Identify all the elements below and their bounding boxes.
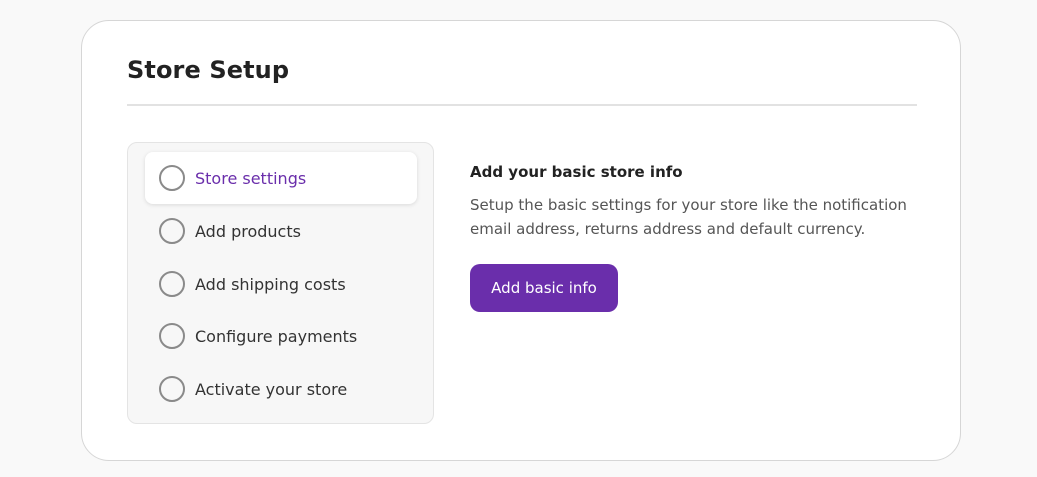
step-status-circle-icon bbox=[159, 376, 185, 402]
page-title: Store Setup bbox=[127, 56, 290, 84]
step-add-products[interactable]: Add products bbox=[145, 205, 417, 257]
step-label: Add shipping costs bbox=[195, 274, 346, 294]
step-label: Add products bbox=[195, 221, 301, 241]
step-detail-title: Add your basic store info bbox=[470, 163, 683, 181]
step-status-circle-icon bbox=[159, 323, 185, 349]
step-configure-payments[interactable]: Configure payments bbox=[145, 310, 417, 362]
step-status-circle-icon bbox=[159, 165, 185, 191]
setup-steps-list: Store settings Add products Add shipping… bbox=[127, 142, 434, 424]
title-divider bbox=[127, 104, 917, 106]
step-store-settings[interactable]: Store settings bbox=[145, 152, 417, 204]
step-status-circle-icon bbox=[159, 218, 185, 244]
step-label: Store settings bbox=[195, 168, 307, 188]
store-setup-card: Store Setup Store settings Add products … bbox=[81, 20, 961, 461]
step-activate-store[interactable]: Activate your store bbox=[145, 363, 417, 415]
add-basic-info-button[interactable]: Add basic info bbox=[470, 264, 618, 312]
step-label: Activate your store bbox=[195, 379, 348, 399]
step-add-shipping-costs[interactable]: Add shipping costs bbox=[145, 258, 417, 310]
step-detail-description: Setup the basic settings for your store … bbox=[470, 196, 907, 238]
step-label: Configure payments bbox=[195, 326, 358, 346]
step-status-circle-icon bbox=[159, 271, 185, 297]
